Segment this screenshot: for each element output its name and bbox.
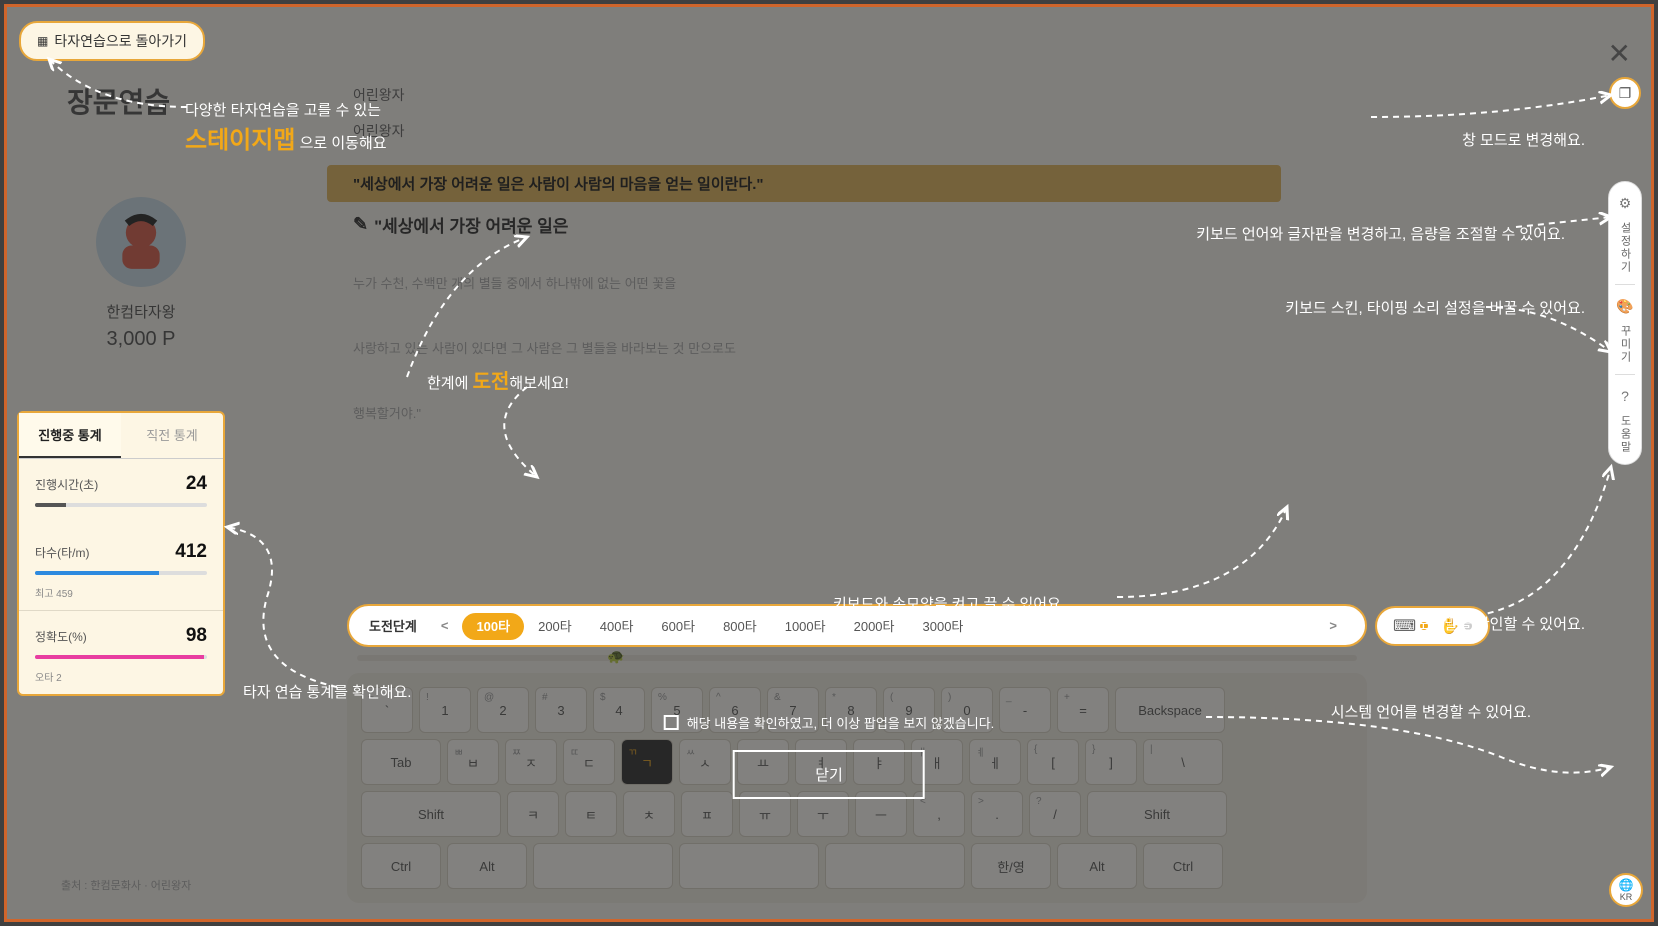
- window-icon: ❐: [1619, 85, 1632, 102]
- stats-panel: 진행중 통계 직전 통계 진행시간(초) 24 타수(타/m) 412 최고 459…: [17, 411, 225, 696]
- stat-speed-value: 412: [175, 541, 207, 563]
- close-icon[interactable]: ✕: [1608, 37, 1631, 70]
- level-item[interactable]: 100타: [462, 613, 524, 640]
- level-item[interactable]: 200타: [524, 613, 586, 640]
- key[interactable]: 한/영: [971, 843, 1051, 889]
- toggle-hands[interactable]: ✋: [1440, 616, 1472, 636]
- key[interactable]: +=: [1057, 687, 1109, 733]
- user-points: 3,000 P: [71, 328, 211, 351]
- keyboard-icon: ⌨: [1393, 616, 1416, 636]
- help-label[interactable]: 도움말: [1617, 415, 1633, 454]
- stat-time-value: 24: [186, 473, 207, 495]
- dont-show-checkbox[interactable]: [664, 715, 679, 730]
- progress-ruler: 🐢: [357, 655, 1357, 661]
- key[interactable]: Ctrl: [361, 843, 441, 889]
- close-button[interactable]: 닫기: [733, 750, 925, 799]
- toggle-keyboard[interactable]: ⌨: [1393, 616, 1428, 636]
- dont-show-label: 해당 내용을 확인하였고, 더 이상 팝업을 보지 않겠습니다.: [687, 713, 995, 732]
- key[interactable]: !1: [419, 687, 471, 733]
- level-item[interactable]: 400타: [586, 613, 648, 640]
- tab-current-stats[interactable]: 진행중 통계: [19, 413, 121, 458]
- key[interactable]: ~`: [361, 687, 413, 733]
- back-to-practice-button[interactable]: ▦ 타자연습으로 돌아가기: [19, 21, 205, 61]
- stat-time-label: 진행시간(초): [35, 476, 98, 493]
- help-icon[interactable]: ?: [1612, 383, 1638, 409]
- language-button[interactable]: 🌐 KR: [1609, 873, 1643, 907]
- key[interactable]: Ctrl: [1143, 843, 1223, 889]
- source-credit: 출처 : 한컴문화사 · 어린왕자: [61, 877, 191, 893]
- ruler-cursor-icon: 🐢: [607, 648, 624, 665]
- key[interactable]: Alt: [447, 843, 527, 889]
- typing-content: 어린왕자 어린왕자 "세상에서 가장 어려운 일은 사람이 사람의 마음을 얻는…: [327, 77, 1281, 430]
- user-panel: 한컴타자왕 3,000 P: [71, 197, 211, 351]
- key[interactable]: #3: [535, 687, 587, 733]
- key[interactable]: ㅉㅈ: [505, 739, 557, 785]
- key[interactable]: ?/: [1029, 791, 1081, 837]
- language-label: KR: [1620, 892, 1633, 902]
- key[interactable]: ㄸㄷ: [563, 739, 615, 785]
- tab-previous-stats[interactable]: 직전 통계: [121, 413, 223, 458]
- anno-skin: 키보드 스킨, 타이핑 소리 설정을 바꿀 수 있어요.: [1285, 297, 1585, 318]
- stat-speed-sub: 최고 459: [19, 581, 223, 611]
- right-menu: ⚙ 설정하기 🎨 꾸미기 ? 도움말: [1608, 181, 1642, 465]
- decorate-label[interactable]: 꾸미기: [1617, 325, 1633, 364]
- key[interactable]: }]: [1085, 739, 1137, 785]
- hand-icon: ✋: [1440, 616, 1460, 636]
- level-item[interactable]: 600타: [647, 613, 709, 640]
- upcoming-line: 행복할거야.": [327, 395, 1281, 430]
- key[interactable]: [825, 843, 965, 889]
- level-prev[interactable]: <: [433, 618, 457, 633]
- page-title: 장문연습: [67, 81, 170, 121]
- anno-stagemap-em: 스테이지맵: [185, 127, 295, 154]
- avatar[interactable]: [96, 197, 186, 287]
- settings-label[interactable]: 설정하기: [1617, 222, 1633, 274]
- anno-window: 창 모드로 변경해요.: [1462, 129, 1585, 150]
- upcoming-line: 누가 수천, 수백만 개의 별들 중에서 하나밖에 없는 어떤 꽃을: [327, 265, 1281, 300]
- settings-icon[interactable]: ⚙: [1612, 190, 1638, 216]
- level-next[interactable]: >: [1321, 618, 1345, 633]
- key[interactable]: Shift: [361, 791, 501, 837]
- key[interactable]: [679, 843, 819, 889]
- typing-input[interactable]: "세상에서 가장 어려운 일은: [327, 202, 1281, 247]
- key[interactable]: $4: [593, 687, 645, 733]
- text-line: 어린왕자: [327, 77, 1281, 113]
- text-line: 어린왕자: [327, 113, 1281, 149]
- stat-speed-label: 타수(타/m): [35, 544, 89, 561]
- level-item[interactable]: 1000타: [771, 613, 840, 640]
- key[interactable]: Backspace: [1115, 687, 1225, 733]
- level-item[interactable]: 3000타: [909, 613, 978, 640]
- back-button-label: 타자연습으로 돌아가기: [54, 31, 187, 51]
- level-selector: 도전단계 < 100타200타400타600타800타1000타2000타300…: [347, 604, 1367, 647]
- key[interactable]: Tab: [361, 739, 441, 785]
- key[interactable]: ㅋ: [507, 791, 559, 837]
- key[interactable]: {[: [1027, 739, 1079, 785]
- level-item[interactable]: 800타: [709, 613, 771, 640]
- current-sentence: "세상에서 가장 어려운 일은 사람이 사람의 마음을 얻는 일이란다.": [327, 165, 1281, 202]
- key[interactable]: Alt: [1057, 843, 1137, 889]
- stat-acc-sub: 오타 2: [19, 665, 223, 694]
- window-mode-button[interactable]: ❐: [1609, 77, 1641, 109]
- display-toggle: ⌨ ✋: [1375, 606, 1490, 646]
- grid-icon: ▦: [37, 34, 48, 48]
- upcoming-line: 사랑하고 있는 사람이 있다면 그 사람은 그 별들을 바라보는 것 만으로도: [327, 330, 1281, 365]
- key[interactable]: [533, 843, 673, 889]
- level-label: 도전단계: [369, 616, 417, 635]
- key[interactable]: @2: [477, 687, 529, 733]
- key[interactable]: Shift: [1087, 791, 1227, 837]
- decorate-icon[interactable]: 🎨: [1612, 293, 1638, 319]
- user-name: 한컴타자왕: [71, 301, 211, 322]
- key[interactable]: ㅌ: [565, 791, 617, 837]
- tutorial-popup: 해당 내용을 확인하였고, 더 이상 팝업을 보지 않겠습니다. 닫기: [664, 713, 995, 799]
- key[interactable]: ㅃㅂ: [447, 739, 499, 785]
- key[interactable]: _-: [999, 687, 1051, 733]
- level-item[interactable]: 2000타: [840, 613, 909, 640]
- stat-acc-label: 정확도(%): [35, 628, 87, 645]
- stat-acc-value: 98: [186, 625, 207, 647]
- globe-icon: 🌐: [1619, 878, 1634, 892]
- key[interactable]: |\: [1143, 739, 1223, 785]
